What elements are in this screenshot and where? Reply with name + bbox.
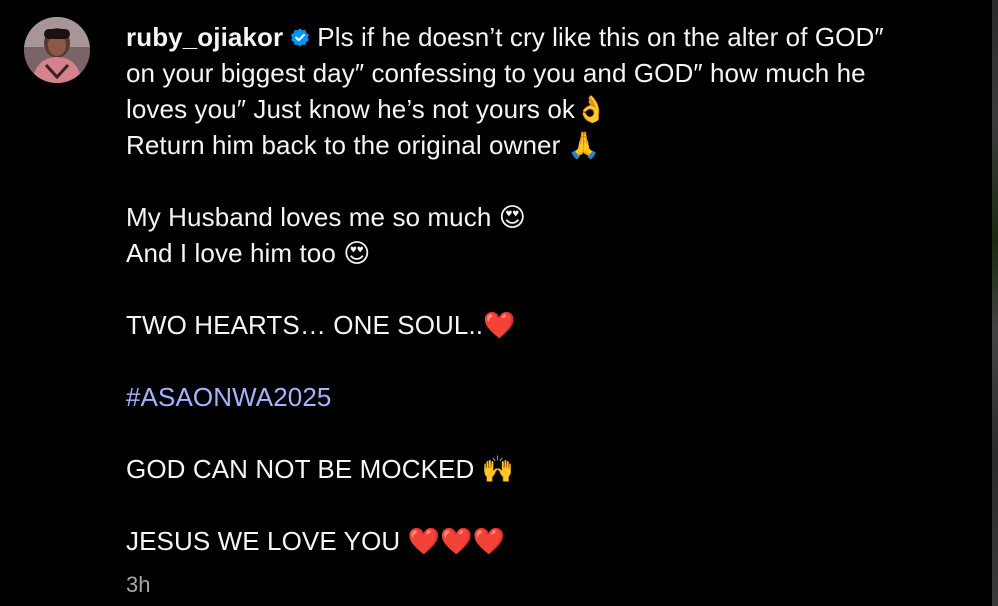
hashtag-link[interactable]: #ASAONWA2025 [126,379,986,415]
avatar-image [24,17,90,83]
verified-badge-icon [291,28,310,47]
caption-line-4: Return him back to the original owner 🙏 [126,130,601,160]
caption-line-2: on your biggest day″ confessing to you a… [126,58,866,88]
caption-line-8: GOD CAN NOT BE MOCKED 🙌 [126,454,515,484]
caption-line-9: JESUS WE LOVE YOU ❤️❤️❤️ [126,526,506,556]
right-edge-strip [992,0,998,606]
post-caption: ruby_ojiakor Pls if he doesn’t cry like t… [126,19,986,559]
post-timestamp[interactable]: 3h [126,572,150,598]
avatar[interactable] [24,17,90,83]
caption-line-1: ruby_ojiakor Pls if he doesn’t cry like t… [126,19,986,55]
caption-line-5: My Husband loves me so much 😍 [126,202,526,232]
caption-line-7: TWO HEARTS… ONE SOUL..❤️ [126,310,516,340]
caption-line-3: loves you″ Just know he’s not yours ok👌 [126,94,608,124]
caption-line-6: And I love him too 😍 [126,238,371,268]
caption-text-1: Pls if he doesn’t cry like this on the a… [317,22,884,52]
username-link[interactable]: ruby_ojiakor [126,22,283,52]
